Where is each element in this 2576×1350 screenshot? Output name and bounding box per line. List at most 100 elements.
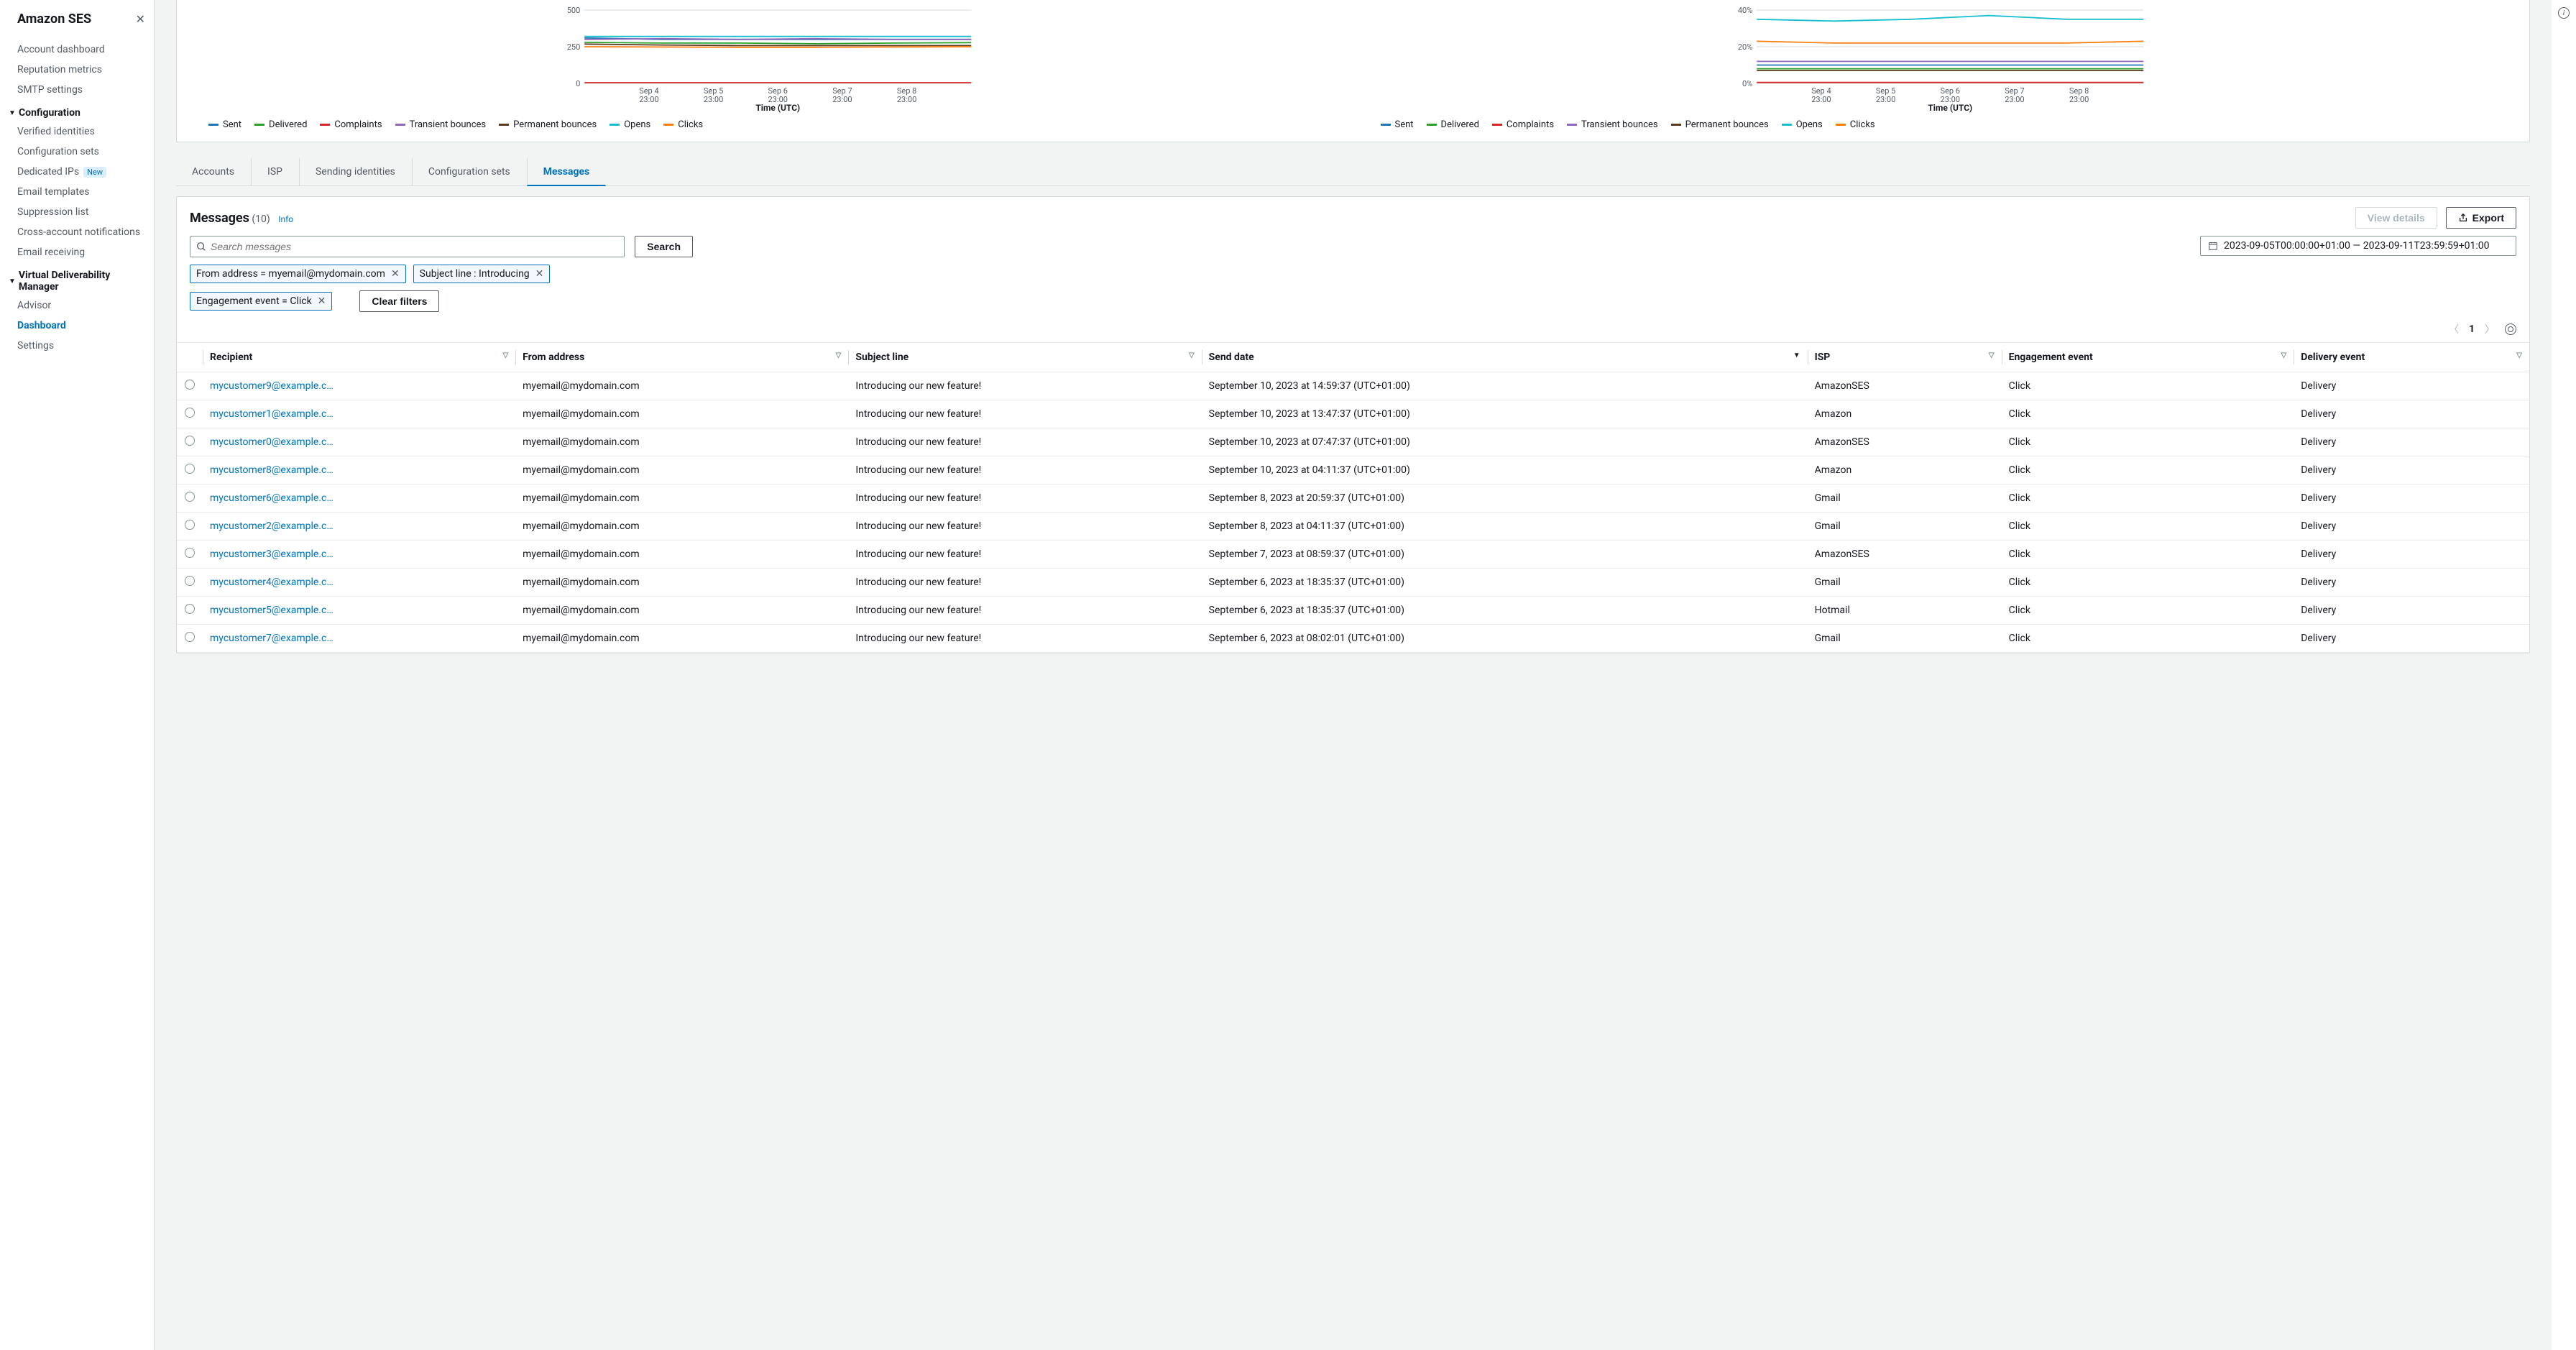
cell-recipient[interactable]: mycustomer7@example.c… bbox=[203, 625, 515, 653]
legend-label: Delivered bbox=[269, 119, 307, 130]
cell-recipient[interactable]: mycustomer0@example.c… bbox=[203, 428, 515, 456]
cell-subject: Introducing our new feature! bbox=[848, 625, 1201, 653]
cell-eng: Click bbox=[2002, 513, 2294, 541]
cell-recipient[interactable]: mycustomer2@example.c… bbox=[203, 513, 515, 541]
page-prev-icon[interactable]: 〈 bbox=[2449, 322, 2459, 336]
info-link[interactable]: Info bbox=[278, 214, 293, 224]
nav-item[interactable]: Suppression list bbox=[0, 202, 154, 222]
column-header[interactable]: From address▽ bbox=[515, 343, 848, 372]
column-header[interactable]: Subject line▽ bbox=[848, 343, 1201, 372]
nav-item[interactable]: Cross-account notifications bbox=[0, 222, 154, 242]
nav-item[interactable]: Configuration sets bbox=[0, 142, 154, 162]
cell-from: myemail@mydomain.com bbox=[515, 625, 848, 653]
legend-item: Permanent bounces bbox=[1671, 119, 1769, 130]
nav-section[interactable]: ▼Configuration bbox=[0, 100, 154, 121]
sidebar: Amazon SES ✕ Account dashboardReputation… bbox=[0, 0, 155, 1350]
search-input[interactable] bbox=[211, 241, 618, 252]
cell-subject: Introducing our new feature! bbox=[848, 485, 1201, 513]
row-radio[interactable] bbox=[185, 464, 195, 474]
cell-recipient[interactable]: mycustomer9@example.c… bbox=[203, 372, 515, 400]
legend-label: Complaints bbox=[334, 119, 382, 130]
nav-item[interactable]: Dashboard bbox=[0, 316, 154, 336]
tab-isp[interactable]: ISP bbox=[251, 158, 299, 186]
cell-recipient[interactable]: mycustomer4@example.c… bbox=[203, 569, 515, 597]
cell-isp: Hotmail bbox=[1808, 597, 2002, 625]
page-next-icon[interactable]: 〉 bbox=[2485, 322, 2495, 336]
legend-swatch bbox=[1381, 124, 1391, 126]
column-header[interactable]: Send date▼ bbox=[1202, 343, 1808, 372]
nav-item[interactable]: Advisor bbox=[0, 295, 154, 316]
remove-token-icon[interactable]: ✕ bbox=[391, 268, 400, 280]
search-button[interactable]: Search bbox=[635, 236, 693, 257]
cell-subject: Introducing our new feature! bbox=[848, 428, 1201, 456]
view-details-button[interactable]: View details bbox=[2355, 207, 2437, 229]
column-header[interactable]: Delivery event▽ bbox=[2294, 343, 2529, 372]
legend-swatch bbox=[1671, 124, 1681, 126]
nav-item[interactable]: Email receiving bbox=[0, 242, 154, 262]
date-range-picker[interactable]: 2023-09-05T00:00:00+01:00 — 2023-09-11T2… bbox=[2200, 236, 2516, 256]
cell-isp: Gmail bbox=[1808, 569, 2002, 597]
cell-del: Delivery bbox=[2294, 428, 2529, 456]
legend-item: Opens bbox=[1782, 119, 1823, 130]
nav-item[interactable]: Email templates bbox=[0, 182, 154, 202]
cell-eng: Click bbox=[2002, 485, 2294, 513]
nav-item[interactable]: Reputation metrics bbox=[0, 60, 154, 80]
tab-messages[interactable]: Messages bbox=[527, 158, 606, 186]
cell-isp: Amazon bbox=[1808, 400, 2002, 428]
row-radio[interactable] bbox=[185, 380, 195, 390]
export-button[interactable]: Export bbox=[2446, 207, 2516, 229]
row-radio[interactable] bbox=[185, 520, 195, 530]
cell-del: Delivery bbox=[2294, 485, 2529, 513]
row-radio[interactable] bbox=[185, 604, 195, 614]
search-icon bbox=[196, 242, 206, 252]
cell-from: myemail@mydomain.com bbox=[515, 372, 848, 400]
remove-token-icon[interactable]: ✕ bbox=[535, 268, 544, 280]
row-radio[interactable] bbox=[185, 492, 195, 502]
cell-eng: Click bbox=[2002, 372, 2294, 400]
tab-sending-identities[interactable]: Sending identities bbox=[299, 158, 412, 186]
sort-icon: ▼ bbox=[1793, 352, 1800, 359]
nav-item[interactable]: Dedicated IPsNew bbox=[0, 162, 154, 182]
sort-icon: ▽ bbox=[1989, 352, 1995, 359]
legend-label: Permanent bounces bbox=[1685, 119, 1769, 130]
legend-label: Sent bbox=[1395, 119, 1414, 130]
column-header[interactable]: Recipient▽ bbox=[203, 343, 515, 372]
column-header[interactable]: Engagement event▽ bbox=[2002, 343, 2294, 372]
search-wrapper[interactable] bbox=[190, 236, 625, 257]
nav-section[interactable]: ▼Virtual Deliverability Manager bbox=[0, 262, 154, 295]
row-radio[interactable] bbox=[185, 408, 195, 418]
svg-text:23:00: 23:00 bbox=[1875, 95, 1895, 104]
row-radio[interactable] bbox=[185, 548, 195, 558]
legend-item: Clicks bbox=[1836, 119, 1875, 130]
nav-item[interactable]: SMTP settings bbox=[0, 80, 154, 100]
cell-recipient[interactable]: mycustomer1@example.c… bbox=[203, 400, 515, 428]
cell-subject: Introducing our new feature! bbox=[848, 513, 1201, 541]
info-icon[interactable]: i bbox=[2558, 7, 2570, 19]
row-radio[interactable] bbox=[185, 632, 195, 642]
cell-subject: Introducing our new feature! bbox=[848, 597, 1201, 625]
remove-token-icon[interactable]: ✕ bbox=[318, 295, 326, 307]
legend-label: Permanent bounces bbox=[513, 119, 597, 130]
cell-recipient[interactable]: mycustomer8@example.c… bbox=[203, 456, 515, 485]
row-radio[interactable] bbox=[185, 576, 195, 586]
nav-item[interactable]: Verified identities bbox=[0, 121, 154, 142]
column-header[interactable]: ISP▽ bbox=[1808, 343, 2002, 372]
tab-configuration-sets[interactable]: Configuration sets bbox=[412, 158, 527, 186]
cell-from: myemail@mydomain.com bbox=[515, 400, 848, 428]
gear-icon[interactable] bbox=[2505, 323, 2516, 335]
cell-recipient[interactable]: mycustomer5@example.c… bbox=[203, 597, 515, 625]
cell-from: myemail@mydomain.com bbox=[515, 597, 848, 625]
tab-accounts[interactable]: Accounts bbox=[176, 158, 251, 186]
messages-count: (10) bbox=[252, 213, 270, 225]
sort-icon: ▽ bbox=[2516, 352, 2522, 359]
row-radio[interactable] bbox=[185, 436, 195, 446]
nav-item[interactable]: Account dashboard bbox=[0, 40, 154, 60]
clear-filters-button[interactable]: Clear filters bbox=[359, 290, 439, 312]
cell-recipient[interactable]: mycustomer6@example.c… bbox=[203, 485, 515, 513]
legend-swatch bbox=[1492, 124, 1502, 126]
table-row: mycustomer0@example.c…myemail@mydomain.c… bbox=[177, 428, 2529, 456]
cell-recipient[interactable]: mycustomer3@example.c… bbox=[203, 541, 515, 569]
nav-item[interactable]: Settings bbox=[0, 336, 154, 356]
legend-item: Delivered bbox=[254, 119, 307, 130]
close-icon[interactable]: ✕ bbox=[136, 12, 145, 26]
